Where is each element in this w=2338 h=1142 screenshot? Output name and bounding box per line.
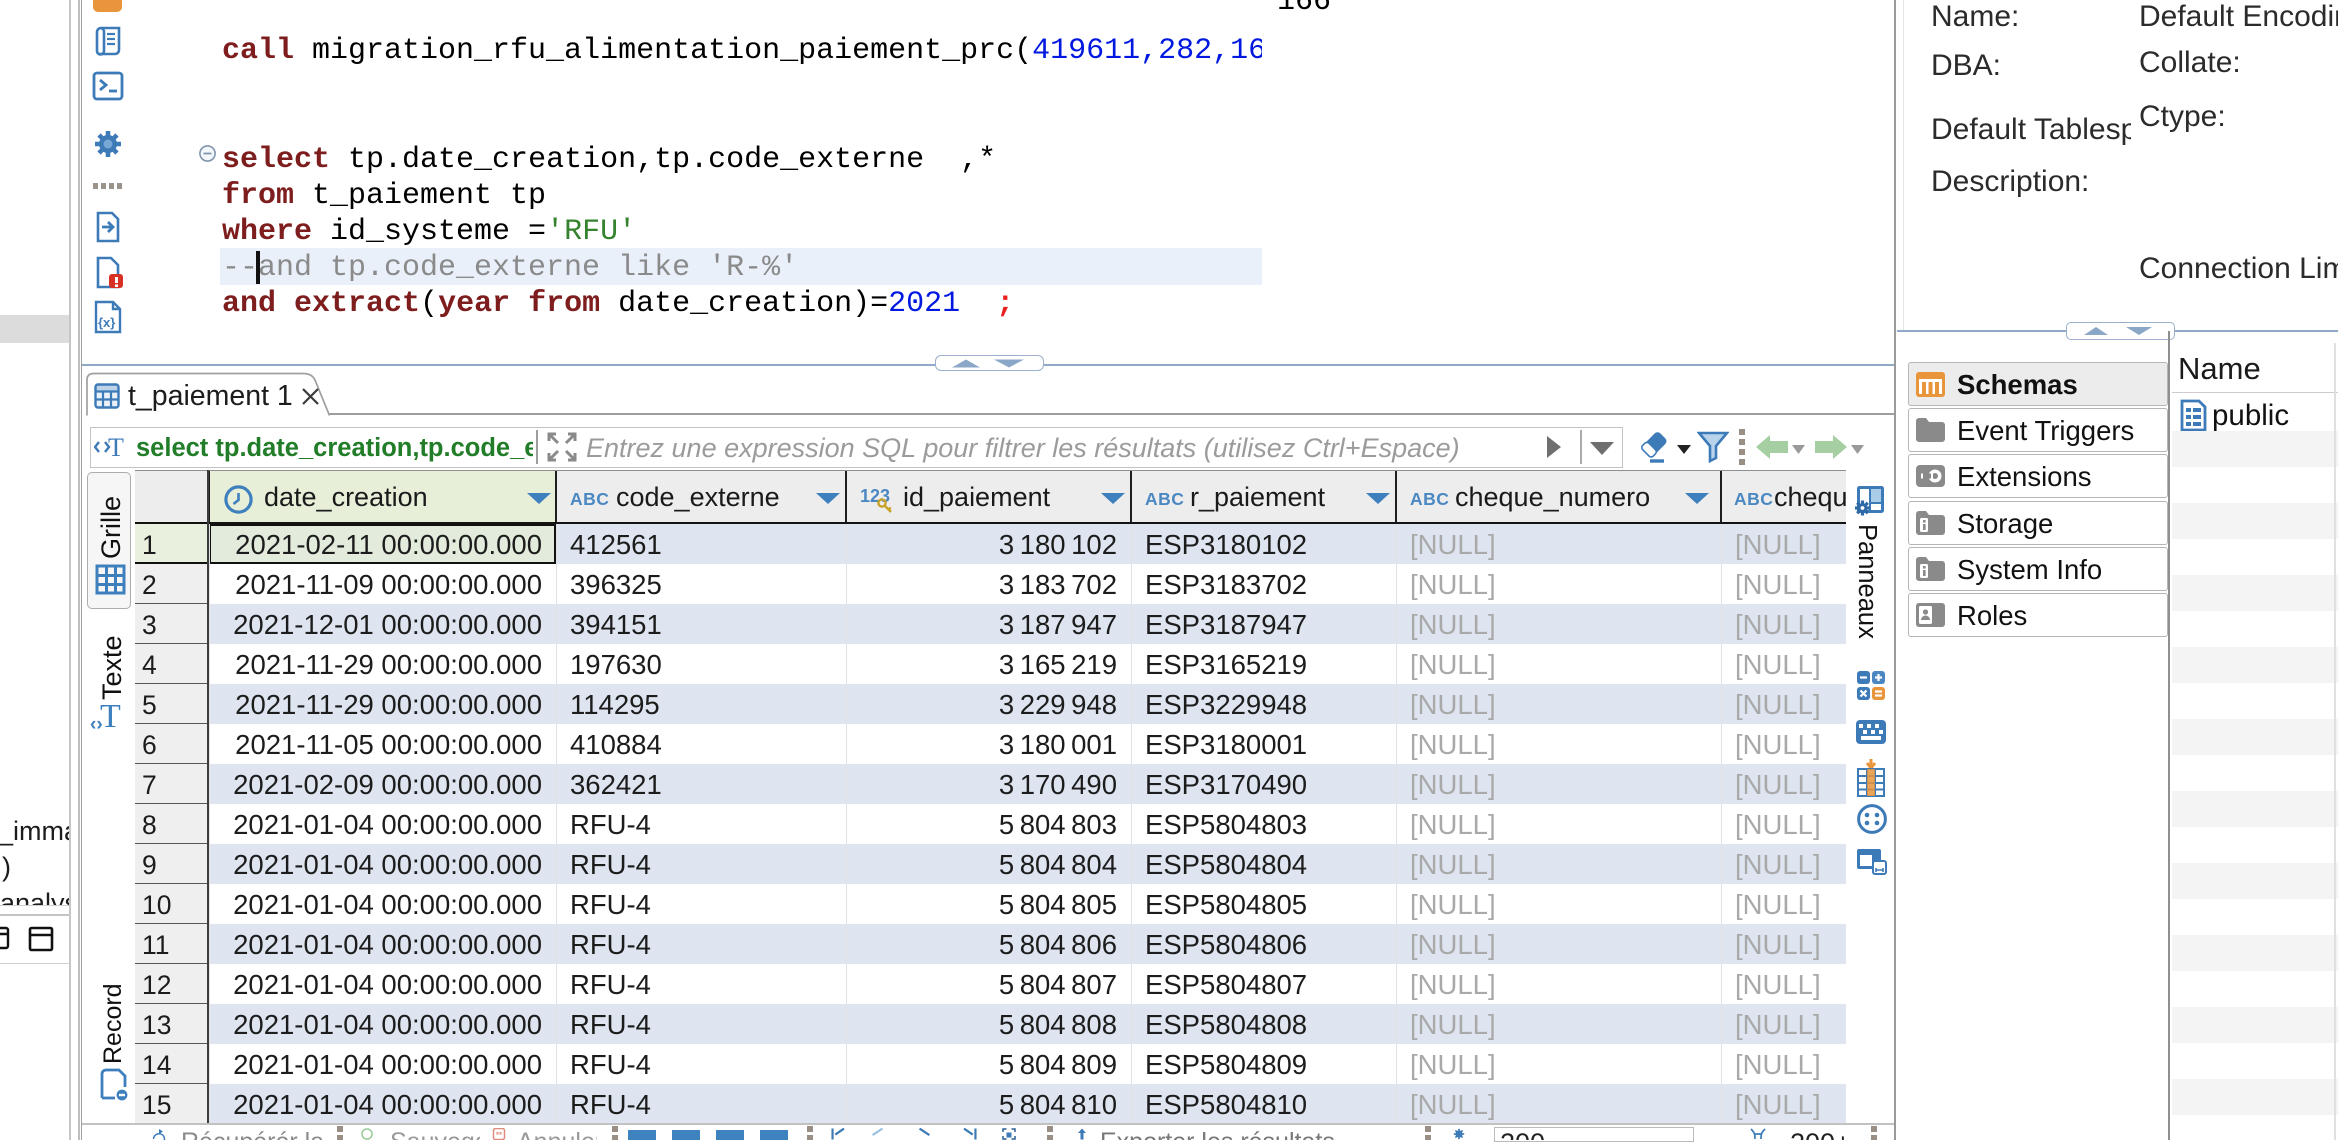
svg-text:{x}: {x}	[98, 315, 115, 330]
svg-text:T: T	[108, 433, 124, 462]
